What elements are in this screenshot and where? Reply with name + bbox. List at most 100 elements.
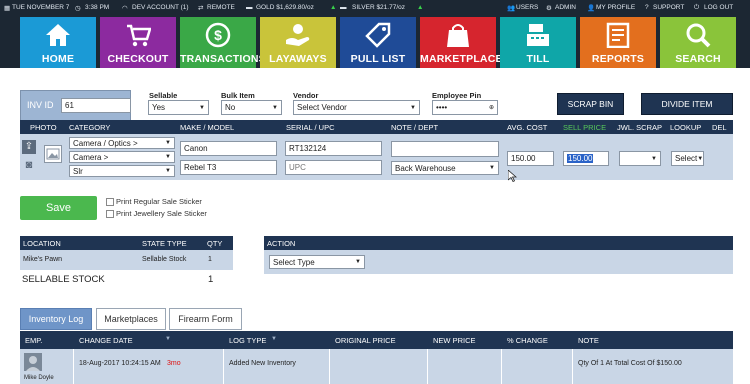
jwl-scrap-select[interactable]: ▼ — [619, 151, 661, 166]
print-regular-label: Print Regular Sale Sticker — [116, 197, 202, 206]
chevron-down-icon: ▼ — [199, 104, 205, 111]
calendar-icon: ▦ — [4, 5, 11, 12]
dept-select[interactable]: Back Warehouse ▼ — [391, 161, 499, 175]
chevron-down-icon: ▼ — [489, 165, 495, 171]
col-avg-cost: AVG. COST — [507, 123, 548, 132]
print-jewellery-checkbox[interactable] — [106, 210, 114, 218]
make-input[interactable] — [180, 141, 277, 156]
sell-price-value: 150.00 — [567, 154, 594, 163]
sort-icon[interactable]: ▼ — [165, 336, 171, 342]
sellable-select[interactable]: Yes ▼ — [148, 100, 209, 115]
vendor-label: Vendor — [293, 91, 319, 100]
sell-price-input[interactable]: 150.00 — [563, 151, 609, 166]
lookup-value: Select — [675, 154, 698, 163]
col-sell-price: SELL PRICE — [563, 123, 607, 132]
avatar — [24, 353, 42, 371]
nav-pull-list[interactable]: PULL LIST — [340, 17, 416, 68]
print-regular-checkbox[interactable] — [106, 198, 114, 206]
category-select-3[interactable]: Slr ▼ — [69, 165, 175, 177]
spinner-icon: ⊕ — [488, 105, 494, 111]
tab-marketplaces[interactable]: Marketplaces — [96, 308, 166, 330]
users-icon: 👥 — [507, 5, 516, 12]
vendor-select[interactable]: Select Vendor ▼ — [293, 100, 420, 115]
clock-icon: ◷ — [75, 5, 81, 12]
log-time-ago: 3mo — [167, 360, 181, 367]
chevron-down-icon: ▼ — [272, 104, 278, 111]
location-qty: 1 — [208, 256, 212, 263]
category-3-value: Slr — [73, 166, 83, 176]
upc-input[interactable] — [285, 160, 382, 175]
account-text[interactable]: DEV ACCOUNT (1) — [132, 4, 189, 11]
nav-till-label: TILL — [526, 53, 550, 65]
admin-link[interactable]: ADMIN — [555, 4, 576, 11]
chevron-down-icon: ▼ — [355, 259, 361, 265]
logout-link[interactable]: LOG OUT — [704, 4, 733, 11]
action-type-select[interactable]: Select Type ▼ — [269, 255, 365, 269]
camera-icon[interactable]: ◙ — [22, 158, 36, 172]
dept-value: Back Warehouse — [395, 163, 456, 173]
nav-till[interactable]: TILL — [500, 17, 576, 68]
my-profile-link[interactable]: MY PROFILE — [596, 4, 635, 11]
category-1-value: Camera / Optics > — [73, 138, 138, 148]
photo-thumbnail-icon[interactable] — [44, 145, 62, 163]
log-header-row: EMP. CHANGE DATE ▼ LOG TYPE ▼ ORIGINAL P… — [20, 331, 733, 349]
col-location: LOCATION — [23, 239, 61, 248]
employee-pin-input[interactable]: •••• ⊕ — [432, 100, 498, 115]
divider — [427, 349, 428, 384]
nav-pull-list-label: PULL LIST — [350, 53, 406, 65]
nav-marketplace[interactable]: MARKETPLACE — [420, 17, 503, 68]
model-input[interactable] — [180, 160, 277, 175]
nav-checkout[interactable]: CHECKOUT — [100, 17, 176, 68]
divide-item-button[interactable]: DIVIDE ITEM — [641, 93, 733, 115]
bulk-item-value: No — [225, 103, 236, 112]
tab-inventory-log[interactable]: Inventory Log — [20, 308, 92, 330]
sort-icon[interactable]: ▼ — [271, 336, 277, 342]
save-button[interactable]: Save — [20, 196, 97, 220]
category-2-value: Camera > — [73, 152, 109, 162]
divider — [223, 349, 224, 384]
nav-search-label: SEARCH — [675, 53, 721, 65]
tab-firearm-form[interactable]: Firearm Form — [169, 308, 242, 330]
money-icon: $ — [205, 22, 231, 48]
sellable-label: Sellable — [149, 91, 178, 100]
bulk-item-select[interactable]: No ▼ — [221, 100, 282, 115]
nav-layaways-label: LAYAWAYS — [269, 53, 327, 65]
note-textarea[interactable] — [391, 141, 499, 157]
location-row: Mike's Pawn Sellable Stock 1 — [20, 250, 233, 270]
inv-id-input[interactable] — [61, 98, 131, 113]
sellable-stock-qty: 1 — [208, 274, 214, 285]
item-row: ⇪ ◙ Camera / Optics > ▼ Camera > ▼ Slr ▼ Ba… — [20, 134, 733, 182]
gold-price: GOLD $1,629.80/oz — [256, 4, 314, 11]
col-log-type[interactable]: LOG TYPE — [229, 336, 266, 345]
photo-upload-icon[interactable]: ⇪ — [22, 140, 36, 154]
cart-icon — [127, 24, 151, 47]
avg-cost-input[interactable] — [507, 151, 554, 166]
employee-pin-label: Employee Pin — [432, 91, 482, 100]
col-change-date[interactable]: CHANGE DATE — [79, 336, 133, 345]
col-lookup: LOOKUP — [670, 123, 702, 132]
support-link[interactable]: SUPPORT — [653, 4, 684, 11]
col-make-model: MAKE / MODEL — [180, 123, 235, 132]
nav-reports[interactable]: REPORTS — [580, 17, 656, 68]
serial-input[interactable] — [285, 141, 382, 156]
location-header-row: LOCATION STATE TYPE QTY — [20, 236, 233, 250]
wifi-icon: ◠ — [122, 5, 128, 12]
divider — [329, 349, 330, 384]
inv-id-label: INV ID — [27, 100, 54, 110]
nav-home[interactable]: HOME — [20, 17, 96, 68]
category-select-2[interactable]: Camera > ▼ — [69, 151, 175, 163]
nav-search[interactable]: SEARCH — [660, 17, 736, 68]
col-state-type: STATE TYPE — [142, 239, 187, 248]
remote-text[interactable]: REMOTE — [207, 4, 235, 11]
log-employee: Mike Doyle — [24, 375, 54, 381]
nav-transactions[interactable]: $ TRANSACTIONS — [180, 17, 266, 68]
lookup-select[interactable]: Select ▼ — [671, 151, 704, 166]
gold-icon: ▬ — [246, 4, 253, 11]
scrap-bin-button[interactable]: SCRAP BIN — [557, 93, 624, 115]
users-link[interactable]: USERS — [516, 4, 538, 11]
print-jewellery-label: Print Jewellery Sale Sticker — [116, 209, 207, 218]
col-photo: PHOTO — [30, 123, 57, 132]
col-note-dept: NOTE / DEPT — [391, 123, 439, 132]
nav-layaways[interactable]: LAYAWAYS — [260, 17, 336, 68]
category-select-1[interactable]: Camera / Optics > ▼ — [69, 137, 175, 149]
